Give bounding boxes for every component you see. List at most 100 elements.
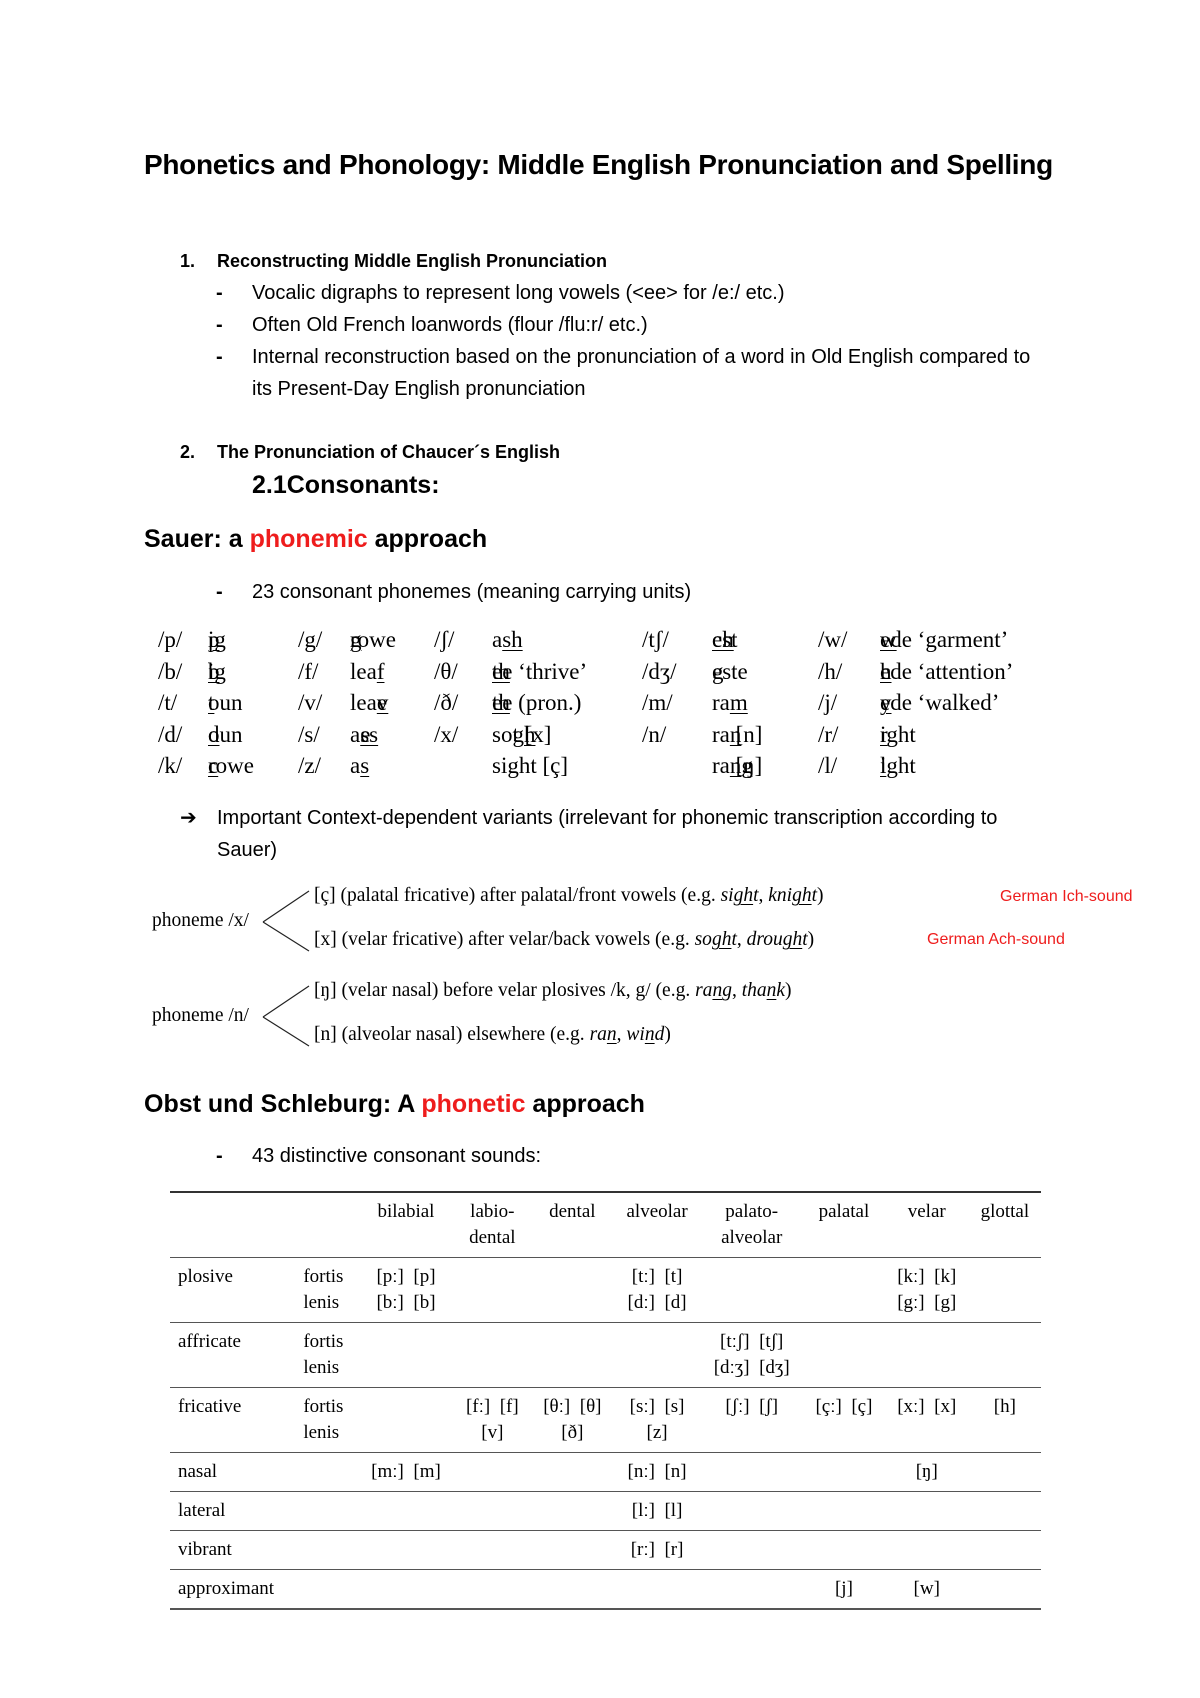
phoneme-symbol: /k/ bbox=[158, 753, 183, 778]
manner-label: fricative bbox=[170, 1387, 296, 1453]
phoneme-symbol: /dʒ/ bbox=[642, 658, 677, 684]
voicing-label: fortis lenis bbox=[295, 1322, 359, 1388]
table-cell bbox=[453, 1530, 531, 1570]
page-title: Phonetics and Phonology: Middle English … bbox=[144, 149, 1053, 180]
table-cell bbox=[358, 1387, 454, 1453]
phoneme-symbol: /ð/ bbox=[434, 690, 459, 715]
example-word: ch est bbox=[712, 624, 738, 656]
example-word: ra m bbox=[712, 687, 748, 719]
table-cell bbox=[530, 1569, 614, 1610]
table-cell: [ŋ] bbox=[884, 1452, 969, 1492]
bullet-text: 43 distinctive consonant sounds: bbox=[252, 1145, 542, 1167]
table-cell bbox=[613, 1569, 701, 1610]
voicing-label bbox=[295, 1452, 359, 1492]
voicing-label bbox=[295, 1491, 359, 1531]
table-cell bbox=[530, 1257, 614, 1323]
bullet-dash: - bbox=[216, 1145, 223, 1167]
bullet-text: Internal reconstruction based on the pro… bbox=[252, 346, 1031, 400]
underlined-grapheme: sh bbox=[502, 627, 523, 652]
example-word: knight bbox=[768, 885, 818, 906]
table-cell bbox=[530, 1322, 614, 1388]
branch-line bbox=[262, 921, 310, 952]
example-word: h ede ‘attention’ bbox=[880, 656, 1013, 688]
table-cell bbox=[530, 1530, 614, 1570]
table-cell bbox=[453, 1322, 531, 1388]
annotation-note: German Ach-sound bbox=[927, 931, 1065, 948]
phoneme-symbol: /m/ bbox=[642, 690, 673, 715]
phoneme-symbol: /b/ bbox=[158, 658, 183, 684]
table-cell: [kː] [k] [gː] [g] bbox=[884, 1257, 969, 1323]
underlined-grapheme: n bbox=[644, 1024, 655, 1045]
underlined-grapheme: l bbox=[880, 753, 887, 778]
table-cell bbox=[700, 1452, 804, 1492]
table-cell: [θː] [θ] [ð] bbox=[530, 1387, 614, 1453]
example-word: a ss e bbox=[350, 719, 378, 751]
table-cell bbox=[968, 1530, 1041, 1570]
underlined-grapheme: ch bbox=[712, 627, 734, 652]
consonant-table: bilabial labio- dental dental alveolar palat… bbox=[170, 1191, 1041, 1610]
table-cell bbox=[700, 1491, 804, 1531]
table-row: vibrant [rː] [r] bbox=[170, 1530, 1041, 1570]
arrow-note: ➔ Important Context-dependent variants (… bbox=[180, 802, 1000, 866]
branch-lines bbox=[262, 890, 310, 952]
phoneme-symbol: /v/ bbox=[298, 690, 323, 715]
table-cell bbox=[530, 1491, 614, 1531]
table-cell bbox=[453, 1569, 531, 1610]
underlined-grapheme: b bbox=[208, 658, 220, 684]
branch-line bbox=[262, 985, 310, 1018]
table-cell bbox=[968, 1257, 1041, 1323]
subsection-heading: 2.1Consonants: bbox=[252, 471, 440, 499]
example-word: sight [ç] bbox=[492, 753, 569, 778]
table-cell bbox=[803, 1322, 885, 1388]
list-item: - Internal reconstruction based on the pr… bbox=[216, 341, 1032, 405]
section-1-bullet-list: - Vocalic digraphs to represent long vowe… bbox=[216, 277, 1032, 405]
arrow-right-icon: ➔ bbox=[180, 807, 197, 829]
table-row: approximant [j] [w] bbox=[170, 1569, 1041, 1610]
example-word: y ede ‘walked’ bbox=[880, 687, 999, 719]
underlined-grapheme: n bbox=[766, 980, 777, 1001]
bullet-dash: - bbox=[216, 581, 223, 603]
voicing-label: fortis lenis bbox=[295, 1387, 359, 1453]
phoneme-symbol: /d/ bbox=[158, 721, 183, 747]
table-cell bbox=[803, 1491, 885, 1531]
table-cell bbox=[803, 1452, 885, 1492]
table-cell bbox=[803, 1257, 885, 1323]
table-cell bbox=[968, 1452, 1041, 1492]
table-cell bbox=[358, 1322, 454, 1388]
table-cell bbox=[453, 1491, 531, 1531]
allophone-diagram-n: phoneme /n/ [ŋ] (velar nasal) before vela… bbox=[152, 980, 1152, 1070]
section-2-number: 2. bbox=[180, 442, 196, 462]
heading-text: approach bbox=[525, 1090, 645, 1118]
table-cell: [rː] [r] bbox=[613, 1530, 701, 1570]
example-word: drought bbox=[746, 929, 808, 950]
example-word: as bbox=[350, 750, 369, 782]
table-cell: [xː] [x] bbox=[884, 1387, 969, 1453]
table-row: fricative fortis lenis [fː] [f] [v] [θː] [θ… bbox=[170, 1387, 1041, 1453]
table-cell: [h] bbox=[968, 1387, 1041, 1453]
table-cell bbox=[613, 1322, 701, 1388]
bullet-text: Often Old French loanwords (flour /flu:r… bbox=[252, 314, 648, 336]
table-cell bbox=[700, 1530, 804, 1570]
manner-label: vibrant bbox=[170, 1530, 296, 1570]
bullet-text: Vocalic digraphs to represent long vowel… bbox=[252, 282, 785, 304]
column-header: alveolar bbox=[626, 1201, 688, 1222]
manner-label: affricate bbox=[170, 1322, 296, 1388]
table-cell bbox=[530, 1452, 614, 1492]
example-word: p ig bbox=[208, 624, 226, 656]
example-word: sight bbox=[720, 885, 759, 906]
table-cell bbox=[700, 1569, 804, 1610]
underlined-grapheme: r bbox=[880, 721, 888, 747]
heading-text: Sauer: a bbox=[144, 525, 250, 553]
example-word: th ee (pron.) bbox=[492, 687, 581, 719]
underlined-grapheme: n bbox=[712, 980, 723, 1001]
table-cell bbox=[884, 1530, 969, 1570]
table-cell: [sː] [s] [z] bbox=[613, 1387, 701, 1453]
table-cell bbox=[968, 1569, 1041, 1610]
allophone-diagram-x: phoneme /x/ [ç] (palatal fricative) after… bbox=[152, 885, 1152, 975]
section-1-number: 1. bbox=[180, 251, 196, 271]
section-1-heading: Reconstructing Middle English Pronunciat… bbox=[217, 251, 608, 271]
phoneme-symbol: /θ/ bbox=[434, 658, 458, 684]
underlined-grapheme: ng bbox=[729, 753, 753, 778]
phoneme-label: phoneme /x/ bbox=[152, 910, 249, 931]
underlined-grapheme: t bbox=[208, 690, 215, 715]
